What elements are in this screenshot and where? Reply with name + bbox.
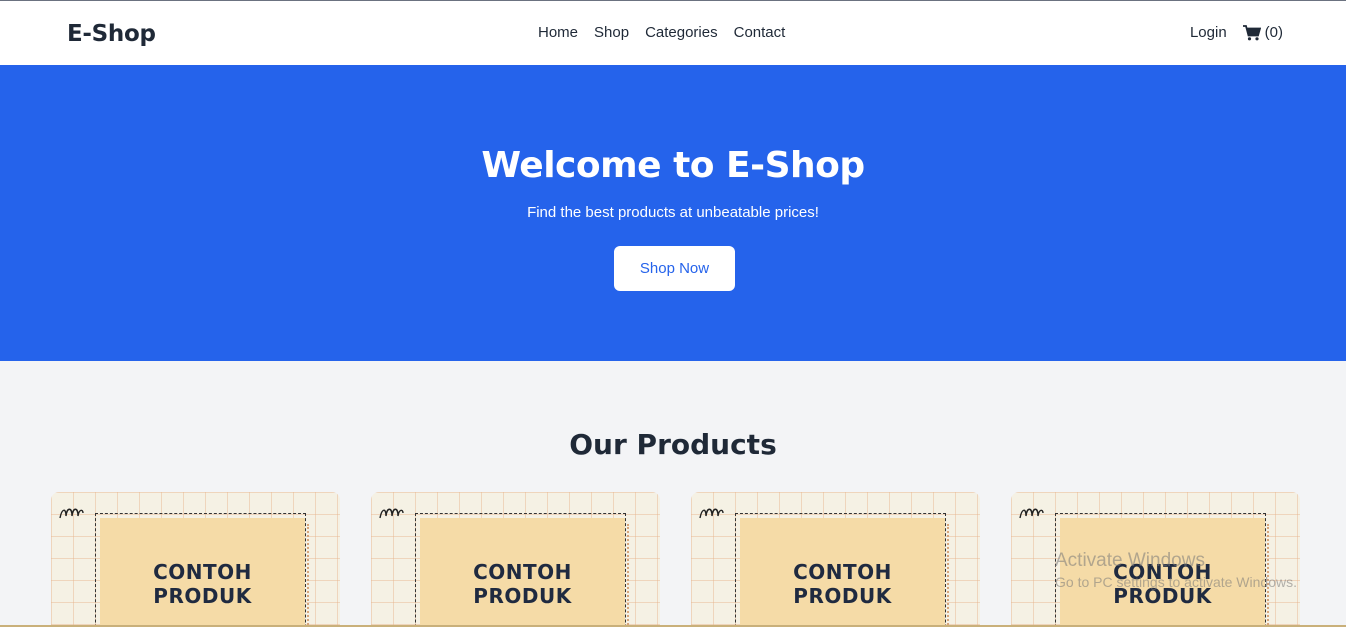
- doodle-icon: [379, 508, 404, 519]
- product-image-text: CONTOH PRODUK: [100, 560, 305, 608]
- product-label-line2: PRODUK: [1113, 584, 1212, 608]
- cart-link[interactable]: (0): [1242, 24, 1283, 41]
- decorative-line: [307, 524, 309, 627]
- product-label-line1: CONTOH: [153, 560, 252, 584]
- shop-now-button[interactable]: Shop Now: [614, 246, 735, 291]
- product-label-line1: CONTOH: [1113, 560, 1212, 584]
- product-image-text: CONTOH PRODUK: [420, 560, 625, 608]
- nav-contact-link[interactable]: Contact: [734, 24, 786, 41]
- decorative-line: [947, 524, 949, 627]
- brand-logo[interactable]: E-Shop: [67, 21, 156, 47]
- product-card[interactable]: CONTOH PRODUK: [1011, 492, 1300, 627]
- product-card[interactable]: CONTOH PRODUK: [51, 492, 340, 627]
- doodle-icon: [59, 508, 84, 519]
- product-label-line1: CONTOH: [793, 560, 892, 584]
- hero-banner: Welcome to E-Shop Find the best products…: [0, 65, 1346, 361]
- shopping-cart-icon: [1242, 24, 1261, 40]
- nav-shop-link[interactable]: Shop: [594, 24, 629, 41]
- cart-count: (0): [1264, 24, 1283, 41]
- product-label-line1: CONTOH: [473, 560, 572, 584]
- product-card[interactable]: CONTOH PRODUK: [691, 492, 980, 627]
- site-header: E-Shop Home Shop Categories Contact Logi…: [0, 1, 1346, 65]
- nav-categories-link[interactable]: Categories: [645, 24, 718, 41]
- main-nav: Home Shop Categories Contact: [538, 24, 785, 41]
- doodle-icon: [1019, 508, 1044, 519]
- doodle-icon: [699, 508, 724, 519]
- user-nav: Login (0): [1190, 24, 1283, 41]
- hero-title: Welcome to E-Shop: [481, 145, 865, 186]
- product-image-text: CONTOH PRODUK: [1060, 560, 1265, 608]
- product-label-line2: PRODUK: [793, 584, 892, 608]
- hero-subtitle: Find the best products at unbeatable pri…: [527, 204, 819, 221]
- login-link[interactable]: Login: [1190, 24, 1227, 41]
- nav-home-link[interactable]: Home: [538, 24, 578, 41]
- product-image-text: CONTOH PRODUK: [740, 560, 945, 608]
- product-label-line2: PRODUK: [153, 584, 252, 608]
- decorative-line: [1267, 524, 1269, 627]
- product-card[interactable]: CONTOH PRODUK: [371, 492, 660, 627]
- products-heading: Our Products: [569, 428, 777, 461]
- product-label-line2: PRODUK: [473, 584, 572, 608]
- decorative-line: [627, 524, 629, 627]
